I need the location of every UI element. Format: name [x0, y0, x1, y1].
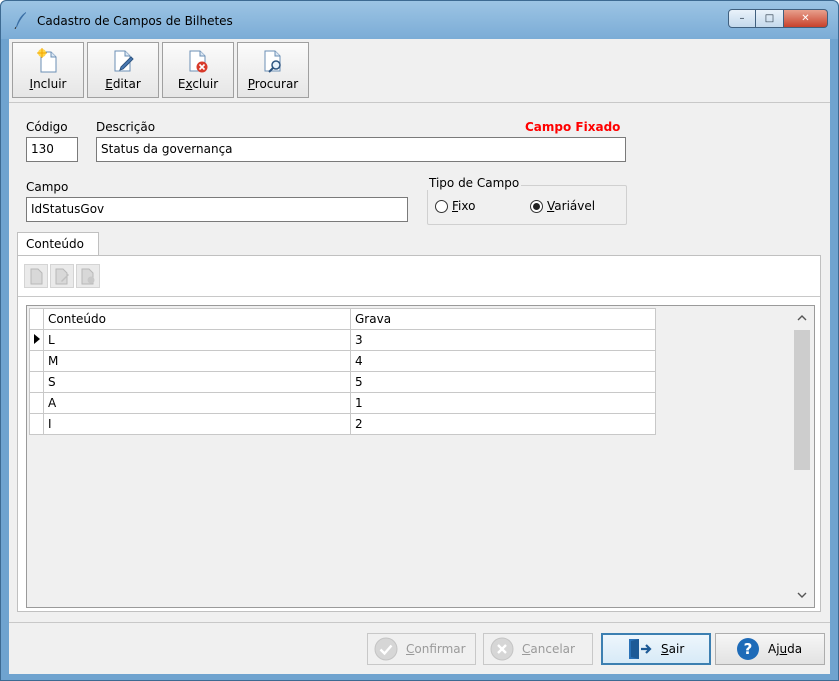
new-document-icon: [30, 268, 43, 285]
search-document-icon: [264, 50, 281, 73]
scroll-up-icon[interactable]: [792, 308, 812, 328]
main-toolbar: Incluir Editar Excluir Procurar: [12, 42, 309, 100]
cell-conteudo[interactable]: I: [43, 413, 351, 435]
procurar-button[interactable]: Procurar: [237, 42, 309, 98]
descricao-label: Descrição: [96, 120, 156, 134]
edit-document-icon: [114, 50, 134, 72]
cancel-circle-icon: [490, 637, 514, 661]
radio-checked-icon: [530, 199, 543, 213]
scroll-down-icon[interactable]: [792, 585, 812, 605]
scroll-thumb[interactable]: [794, 330, 810, 470]
column-header-conteudo[interactable]: Conteúdo: [43, 308, 351, 330]
incluir-button[interactable]: Incluir: [12, 42, 84, 98]
column-header-grava[interactable]: Grava: [350, 308, 656, 330]
exit-door-icon: [629, 639, 652, 659]
action-bar-divider: [9, 622, 830, 623]
row-pointer-icon: [29, 329, 44, 351]
new-document-icon: [37, 48, 57, 73]
table-row[interactable]: A 1: [29, 392, 656, 414]
window-title: Cadastro de Campos de Bilhetes: [37, 14, 233, 28]
grid-header-row: Conteúdo Grava: [29, 308, 656, 330]
minimize-button[interactable]: –: [728, 9, 756, 28]
codigo-input[interactable]: 130: [26, 137, 78, 162]
cell-conteudo[interactable]: L: [43, 329, 351, 351]
grid-delete-button[interactable]: [76, 264, 100, 288]
cell-grava[interactable]: 1: [350, 392, 656, 414]
edit-document-icon: [55, 268, 69, 285]
content-grid: Conteúdo Grava L 3 M 4 S 5 A 1 I 2: [26, 305, 815, 608]
delete-document-icon: [81, 268, 95, 285]
cell-grava[interactable]: 2: [350, 413, 656, 435]
cell-grava[interactable]: 4: [350, 350, 656, 372]
table-row[interactable]: M 4: [29, 350, 656, 372]
tipo-campo-label: Tipo de Campo: [427, 176, 522, 190]
radio-unchecked-icon: [435, 199, 448, 213]
close-icon: ✕: [801, 13, 810, 24]
tab-conteudo[interactable]: Conteúdo: [17, 232, 99, 256]
tab-panel-conteudo: Conteúdo Grava L 3 M 4 S 5 A 1 I 2: [17, 255, 821, 612]
descricao-input[interactable]: Status da governança: [96, 137, 626, 162]
campo-label: Campo: [26, 180, 69, 194]
app-window: Cadastro de Campos de Bilhetes – □ ✕ Inc…: [0, 0, 839, 681]
cell-conteudo[interactable]: M: [43, 350, 351, 372]
cell-conteudo[interactable]: S: [43, 371, 351, 393]
grid-add-button[interactable]: [24, 264, 48, 288]
cancelar-button[interactable]: Cancelar: [483, 633, 593, 665]
check-circle-icon: [374, 637, 398, 661]
maximize-button[interactable]: □: [756, 9, 784, 28]
grid-toolbar: [24, 264, 100, 288]
cell-grava[interactable]: 5: [350, 371, 656, 393]
codigo-label: Código: [26, 120, 68, 134]
delete-document-icon: [189, 50, 208, 73]
cell-conteudo[interactable]: A: [43, 392, 351, 414]
table-row[interactable]: I 2: [29, 413, 656, 435]
grid-toolbar-divider: [18, 296, 820, 297]
vertical-scrollbar[interactable]: [792, 308, 812, 605]
radio-variavel[interactable]: Variável: [530, 199, 595, 213]
svg-text:?: ?: [744, 640, 753, 658]
sair-button[interactable]: Sair: [601, 633, 711, 665]
confirmar-button[interactable]: Confirmar: [367, 633, 476, 665]
campo-input[interactable]: IdStatusGov: [26, 197, 408, 222]
grid-edit-button[interactable]: [50, 264, 74, 288]
feather-icon: [14, 12, 26, 29]
help-icon: ?: [737, 638, 759, 660]
excluir-button[interactable]: Excluir: [162, 42, 234, 98]
grid-table: Conteúdo Grava L 3 M 4 S 5 A 1 I 2: [29, 308, 656, 435]
grid-indicator-header: [29, 308, 44, 330]
cell-grava[interactable]: 3: [350, 329, 656, 351]
table-row[interactable]: S 5: [29, 371, 656, 393]
campo-fixado-label: Campo Fixado: [525, 120, 621, 134]
maximize-icon: □: [764, 13, 775, 24]
toolbar-divider: [9, 102, 830, 103]
table-row[interactable]: L 3: [29, 329, 656, 351]
editar-button[interactable]: Editar: [87, 42, 159, 98]
radio-fixo[interactable]: Fixo: [435, 199, 475, 213]
close-button[interactable]: ✕: [784, 9, 828, 28]
client-area: Incluir Editar Excluir Procurar Código 1…: [9, 39, 830, 674]
minimize-icon: –: [739, 13, 745, 24]
ajuda-button[interactable]: ? Ajuda: [715, 633, 825, 665]
title-bar[interactable]: Cadastro de Campos de Bilhetes – □ ✕: [1, 1, 838, 39]
